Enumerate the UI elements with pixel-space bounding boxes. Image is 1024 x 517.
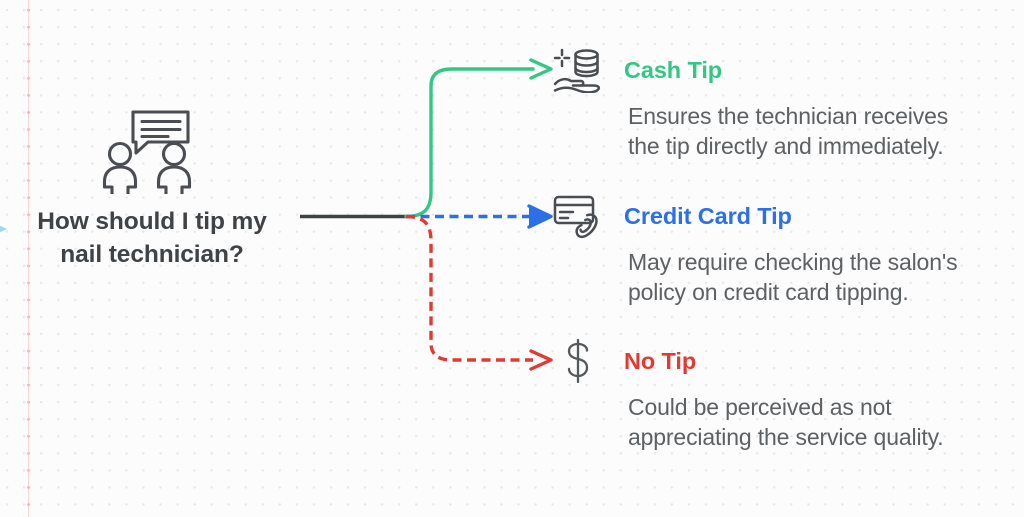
branch-cash-description: Ensures the technician receives the tip … <box>628 103 949 159</box>
hand-holding-coins-icon <box>552 46 604 94</box>
branch-cash-title: Cash Tip <box>624 56 723 83</box>
branch-cash-header: Cash Tip <box>552 44 1018 96</box>
branch-notip-header: No Tip <box>552 335 1018 387</box>
two-people-conversation-icon <box>102 110 192 194</box>
branch-credit-description: May require checking the salon's policy … <box>628 249 958 305</box>
branch-credit[interactable]: Credit Card Tip May require checking the… <box>552 190 1018 308</box>
credit-card-phone-icon <box>552 192 604 240</box>
branch-credit-header: Credit Card Tip <box>552 190 1018 242</box>
root-question-line-2: nail technician? <box>60 240 244 268</box>
branch-notip-description: Could be perceived as not appreciating t… <box>628 394 944 450</box>
branch-cash[interactable]: Cash Tip Ensures the technician receives… <box>552 44 1018 162</box>
dollar-sign-icon <box>552 337 604 385</box>
root-question-line-1: How should I tip my <box>37 208 267 235</box>
branch-credit-title: Credit Card Tip <box>624 202 792 229</box>
branch-notip-title: No Tip <box>624 347 697 374</box>
branch-notip[interactable]: No Tip Could be perceived as not appreci… <box>552 335 1018 453</box>
root-question-text: How should I tip my nail technician? <box>12 206 292 271</box>
root-question-node[interactable]: How should I tip my nail technician? <box>8 108 296 271</box>
